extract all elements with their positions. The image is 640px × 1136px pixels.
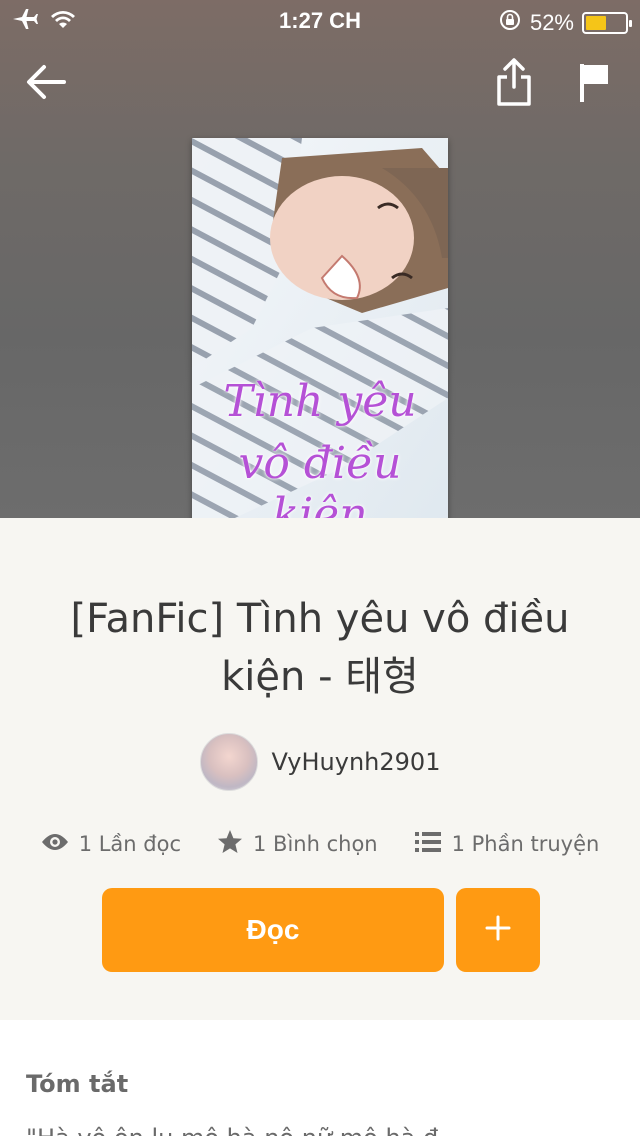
flag-icon <box>578 60 610 108</box>
eye-icon <box>41 832 69 857</box>
author-avatar[interactable] <box>199 733 258 791</box>
summary-text: "Hà vô ôn lu mô hà nô nữ mô hà đ... <box>26 1124 626 1136</box>
battery-percent: 52% <box>529 10 574 35</box>
story-hero: 1:27 CH 52% Tình yêu vô điều kiện <box>0 0 640 538</box>
story-stats: 1 Lần đọc 1 Bình chọn 1 Phần truyện <box>0 824 640 864</box>
story-info-panel: [FanFic] Tình yêu vô điều kiện - 태형 VyHu… <box>0 518 640 1020</box>
arrow-left-icon <box>24 60 68 108</box>
list-icon <box>414 830 442 859</box>
story-cover[interactable]: Tình yêu vô điều kiện <box>192 138 448 538</box>
stat-votes-label: 1 Bình chọn <box>253 832 378 856</box>
share-button[interactable] <box>486 56 542 112</box>
share-icon <box>496 57 532 111</box>
add-to-library-button[interactable] <box>456 888 540 972</box>
status-right: 52% <box>498 8 632 38</box>
stat-parts-label: 1 Phần truyện <box>451 832 600 856</box>
author-name[interactable]: VyHuynh2901 <box>272 748 441 776</box>
back-button[interactable] <box>18 56 74 112</box>
star-icon <box>217 829 243 860</box>
battery-icon <box>582 12 632 34</box>
battery-fill <box>586 16 606 30</box>
stat-reads: 1 Lần đọc <box>41 832 181 857</box>
summary-section: Tóm tắt "Hà vô ôn lu mô hà nô nữ mô hà đ… <box>0 1020 640 1136</box>
status-bar: 1:27 CH 52% <box>0 0 640 40</box>
stat-reads-label: 1 Lần đọc <box>78 832 182 856</box>
rotation-lock-icon <box>498 8 522 38</box>
plus-icon <box>485 915 511 945</box>
author-row[interactable]: VyHuynh2901 <box>0 732 640 792</box>
summary-heading: Tóm tắt <box>26 1070 129 1098</box>
stat-parts: 1 Phần truyện <box>414 830 600 859</box>
report-button[interactable] <box>566 56 622 112</box>
cover-title-line1: Tình yêu <box>223 376 417 427</box>
read-button[interactable]: Đọc <box>102 888 444 972</box>
story-title: [FanFic] Tình yêu vô điều kiện - 태형 <box>70 596 570 700</box>
stat-votes: 1 Bình chọn <box>217 829 378 860</box>
